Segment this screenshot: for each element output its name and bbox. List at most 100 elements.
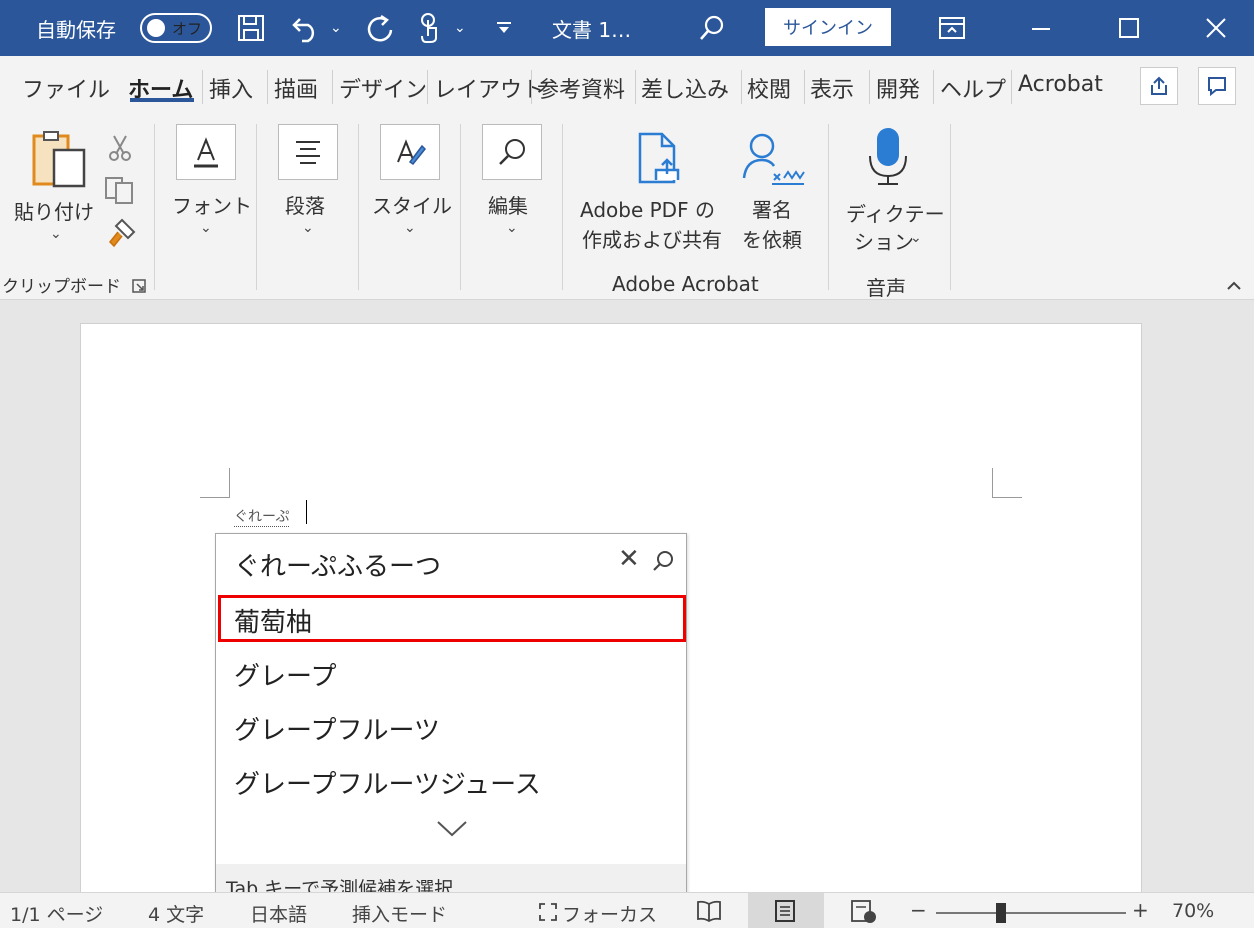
margin-mark-right [992, 468, 1022, 498]
group-divider [358, 124, 359, 290]
search-icon[interactable] [652, 550, 674, 576]
styles-dropdown-icon[interactable]: ⌄ [404, 220, 416, 236]
copy-icon[interactable] [104, 176, 136, 208]
dictate-icon[interactable] [866, 126, 910, 192]
tab-review[interactable]: 校閲 [747, 72, 791, 104]
font-dropdown-icon[interactable]: ⌄ [200, 220, 212, 236]
paragraph-button[interactable]: 段落 [285, 190, 325, 219]
cut-icon[interactable] [108, 134, 132, 166]
paragraph-icon[interactable] [278, 124, 338, 180]
zoom-level[interactable]: 70% [1172, 900, 1214, 922]
signin-button[interactable]: サインイン [765, 8, 891, 46]
paste-button[interactable]: 貼り付け [14, 196, 94, 225]
customize-qat-icon[interactable] [494, 0, 514, 56]
request-signature-button-line2[interactable]: を依頼 [742, 224, 802, 253]
candidate-item[interactable]: グレープフルーツ [234, 710, 440, 747]
close-icon[interactable]: ✕ [618, 544, 640, 574]
tab-layout[interactable]: レイアウト [434, 72, 544, 104]
adobe-acrobat-group-label: Adobe Acrobat [612, 272, 759, 296]
request-signature-button[interactable]: 署名 [752, 194, 792, 223]
candidate-item[interactable]: グレープ [234, 656, 336, 693]
tab-help[interactable]: ヘルプ [940, 72, 1006, 104]
tab-acrobat[interactable]: Acrobat [1018, 72, 1103, 97]
create-pdf-button[interactable]: Adobe PDF の [580, 194, 715, 223]
read-mode-icon[interactable] [696, 900, 722, 926]
group-divider [154, 124, 155, 290]
minimize-icon[interactable] [1030, 0, 1052, 56]
autosave-label: 自動保存 [36, 17, 116, 42]
tab-divider [741, 70, 742, 104]
voice-group-label: 音声 [866, 276, 906, 300]
comments-button[interactable] [1198, 67, 1236, 105]
ribbon-display-icon[interactable] [938, 0, 966, 56]
candidate-item[interactable]: 葡萄柚 [234, 602, 312, 639]
autosave-state: オフ [172, 19, 203, 38]
chevron-down-icon[interactable] [436, 820, 468, 842]
tab-divider [933, 70, 934, 104]
styles-button[interactable]: スタイル [372, 190, 452, 219]
create-pdf-button-line2[interactable]: 作成および共有 [582, 224, 722, 253]
paste-icon[interactable] [30, 130, 88, 194]
save-icon[interactable] [236, 0, 266, 56]
search-icon[interactable] [698, 0, 726, 56]
font-icon[interactable] [176, 124, 236, 180]
share-button[interactable] [1140, 67, 1178, 105]
page-count[interactable]: 1/1 ページ [10, 900, 103, 927]
touch-dropdown-icon[interactable]: ⌄ [454, 0, 466, 56]
focus-icon[interactable] [538, 902, 558, 926]
active-tab-indicator [130, 98, 194, 102]
dictate-button[interactable]: ディクテー [846, 198, 945, 227]
paste-dropdown-icon[interactable]: ⌄ [50, 226, 62, 242]
group-divider [950, 124, 951, 290]
comment-icon [1208, 77, 1226, 97]
dictate-button-line2[interactable]: ション [854, 226, 914, 255]
styles-icon[interactable] [380, 124, 440, 180]
zoom-in-button[interactable]: + [1132, 898, 1149, 922]
font-button[interactable]: フォント [172, 190, 252, 219]
candidate-item[interactable]: グレープフルーツジュース [234, 764, 541, 801]
group-divider [828, 124, 829, 290]
zoom-out-button[interactable]: − [910, 898, 927, 922]
maximize-icon[interactable] [1118, 0, 1140, 56]
zoom-slider-thumb[interactable] [996, 903, 1006, 923]
insert-mode-indicator[interactable]: 挿入モード [352, 900, 447, 927]
web-layout-icon[interactable] [850, 899, 878, 928]
undo-dropdown-icon[interactable]: ⌄ [330, 0, 342, 56]
tab-divider [332, 70, 333, 104]
dictate-dropdown-icon[interactable]: ⌄ [910, 230, 922, 246]
tab-design[interactable]: デザイン [339, 72, 427, 104]
tab-file[interactable]: ファイル [22, 72, 110, 104]
print-layout-icon[interactable] [774, 899, 796, 927]
request-signature-icon[interactable] [740, 130, 806, 190]
editing-icon[interactable] [482, 124, 542, 180]
paragraph-dropdown-icon[interactable]: ⌄ [302, 220, 314, 236]
tab-developer[interactable]: 開発 [876, 72, 920, 104]
tab-draw[interactable]: 描画 [274, 72, 318, 104]
editing-dropdown-icon[interactable]: ⌄ [506, 220, 518, 236]
ime-input-text: ぐれーぷふるーつ [234, 552, 441, 582]
tab-divider [427, 70, 428, 104]
editing-button[interactable]: 編集 [488, 190, 528, 219]
word-count[interactable]: 4 文字 [148, 900, 204, 927]
toggle-knob [147, 19, 165, 37]
document-title: 文書 1… [552, 17, 632, 42]
dialog-launcher-icon[interactable] [132, 278, 146, 297]
close-icon[interactable] [1204, 0, 1228, 56]
zoom-slider-track[interactable] [936, 912, 1126, 914]
create-pdf-icon[interactable] [632, 130, 688, 192]
focus-button[interactable]: フォーカス [562, 900, 657, 927]
redo-icon[interactable] [364, 0, 396, 56]
tab-view[interactable]: 表示 [810, 72, 854, 104]
tab-references[interactable]: 参考資料 [537, 72, 631, 104]
language-indicator[interactable]: 日本語 [250, 900, 307, 927]
collapse-ribbon-icon[interactable] [1226, 276, 1242, 295]
document-typed-text: ぐれーぷ [234, 506, 290, 527]
format-painter-icon[interactable] [104, 218, 136, 254]
tab-mailings[interactable]: 差し込み [641, 72, 729, 104]
undo-icon[interactable] [290, 0, 324, 56]
tab-divider [202, 70, 203, 104]
tab-insert[interactable]: 挿入 [209, 72, 253, 104]
autosave-toggle[interactable]: オフ [140, 0, 212, 56]
tab-divider [869, 70, 870, 104]
touch-mode-icon[interactable] [416, 0, 444, 56]
